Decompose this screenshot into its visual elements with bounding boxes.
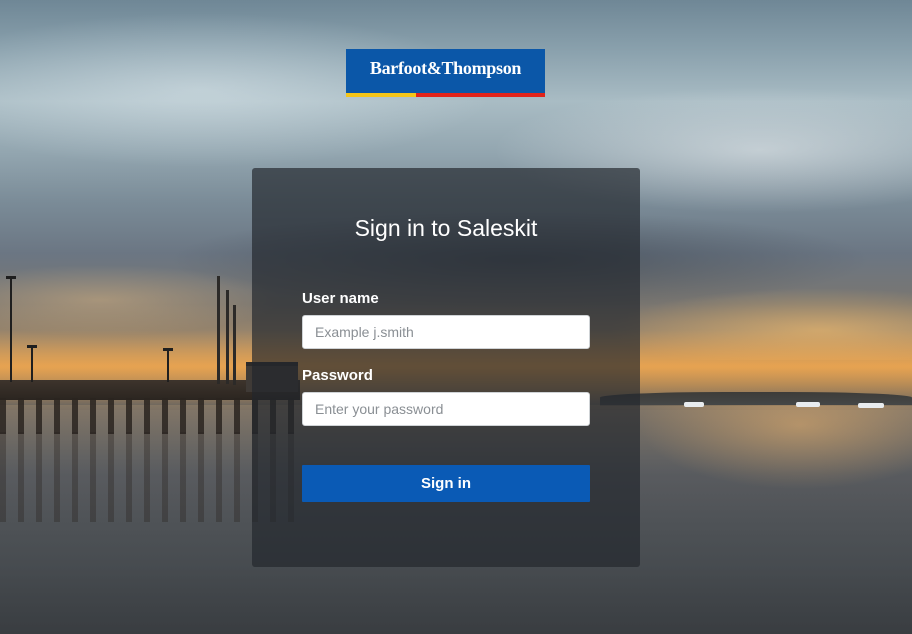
password-input[interactable] bbox=[302, 392, 590, 426]
background-mast bbox=[217, 276, 220, 384]
brand-stripe-yellow bbox=[346, 93, 416, 97]
login-page: Barfoot&Thompson Sign in to Saleskit Use… bbox=[0, 0, 912, 634]
background-lamp-post bbox=[27, 345, 37, 382]
brand-stripe-red bbox=[416, 93, 545, 97]
username-input[interactable] bbox=[302, 315, 590, 349]
background-mast bbox=[226, 290, 229, 384]
brand-logo: Barfoot&Thompson bbox=[346, 49, 545, 97]
background-boat bbox=[858, 403, 884, 408]
background-lamp-post bbox=[163, 348, 173, 382]
sign-in-button[interactable]: Sign in bbox=[302, 465, 590, 502]
brand-logo-text: Barfoot&Thompson bbox=[369, 58, 522, 78]
background-boat bbox=[796, 402, 820, 407]
login-panel: Sign in to Saleskit User name Password S… bbox=[252, 168, 640, 567]
login-title: Sign in to Saleskit bbox=[354, 215, 538, 241]
username-label: User name bbox=[302, 290, 379, 307]
brand-logo-stripe bbox=[346, 93, 545, 97]
password-label: Password bbox=[302, 367, 373, 384]
background-mast bbox=[233, 305, 236, 385]
background-boat bbox=[684, 402, 704, 407]
background-lamp-post bbox=[6, 276, 16, 382]
